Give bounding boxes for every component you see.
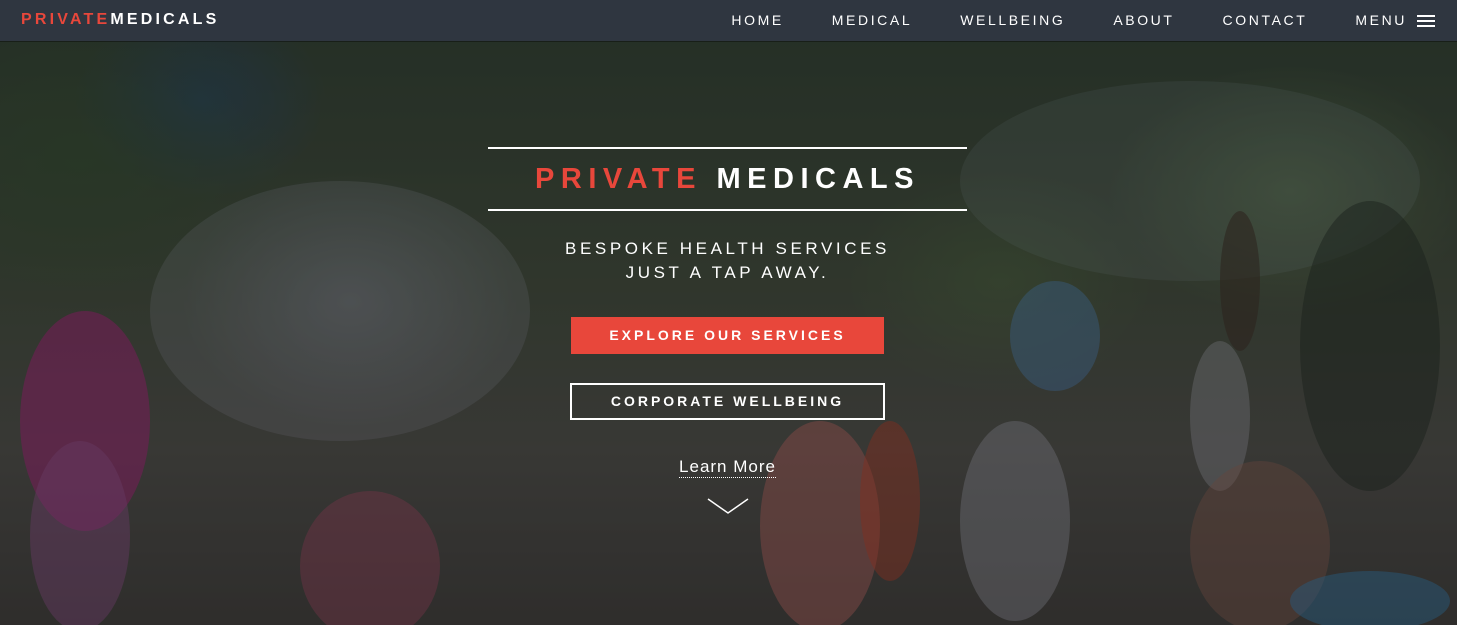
brand-logo-text: MEDICALS: [110, 11, 220, 28]
hamburger-icon: [1417, 14, 1435, 28]
top-navigation-bar: PRIVATEMEDICALS HOME MEDICAL WELLBEING A…: [0, 0, 1457, 41]
hero-title-text: MEDICALS: [716, 163, 920, 195]
title-bottom-divider: [488, 209, 967, 211]
nav-item-about[interactable]: ABOUT: [1113, 0, 1174, 41]
hero-title: PRIVATE MEDICALS: [488, 149, 967, 209]
brand-logo-accent: PRIVATE: [21, 11, 111, 28]
hero-tagline: BESPOKE HEALTH SERVICES JUST A TAP AWAY.: [488, 237, 967, 285]
nav-item-wellbeing[interactable]: WELLBEING: [960, 0, 1065, 41]
corporate-wellbeing-button[interactable]: CORPORATE WELLBEING: [570, 383, 885, 420]
menu-label: MENU: [1355, 12, 1407, 28]
tagline-line-2: JUST A TAP AWAY.: [625, 263, 830, 282]
nav-item-home[interactable]: HOME: [731, 0, 783, 41]
learn-more-link[interactable]: Learn More: [679, 457, 776, 478]
nav-item-medical[interactable]: MEDICAL: [832, 0, 912, 41]
hero-title-accent: PRIVATE: [535, 163, 702, 195]
brand-logo[interactable]: PRIVATEMEDICALS: [21, 10, 220, 30]
tagline-line-1: BESPOKE HEALTH SERVICES: [565, 239, 890, 258]
hero-content: PRIVATE MEDICALS BESPOKE HEALTH SERVICES…: [488, 147, 967, 516]
page: PRIVATEMEDICALS HOME MEDICAL WELLBEING A…: [0, 0, 1457, 625]
chevron-down-icon[interactable]: [706, 496, 750, 516]
menu-button[interactable]: MENU: [1355, 0, 1435, 41]
explore-services-button[interactable]: EXPLORE OUR SERVICES: [571, 317, 884, 354]
main-nav: HOME MEDICAL WELLBEING ABOUT CONTACT MEN…: [683, 0, 1457, 41]
nav-item-contact[interactable]: CONTACT: [1223, 0, 1308, 41]
